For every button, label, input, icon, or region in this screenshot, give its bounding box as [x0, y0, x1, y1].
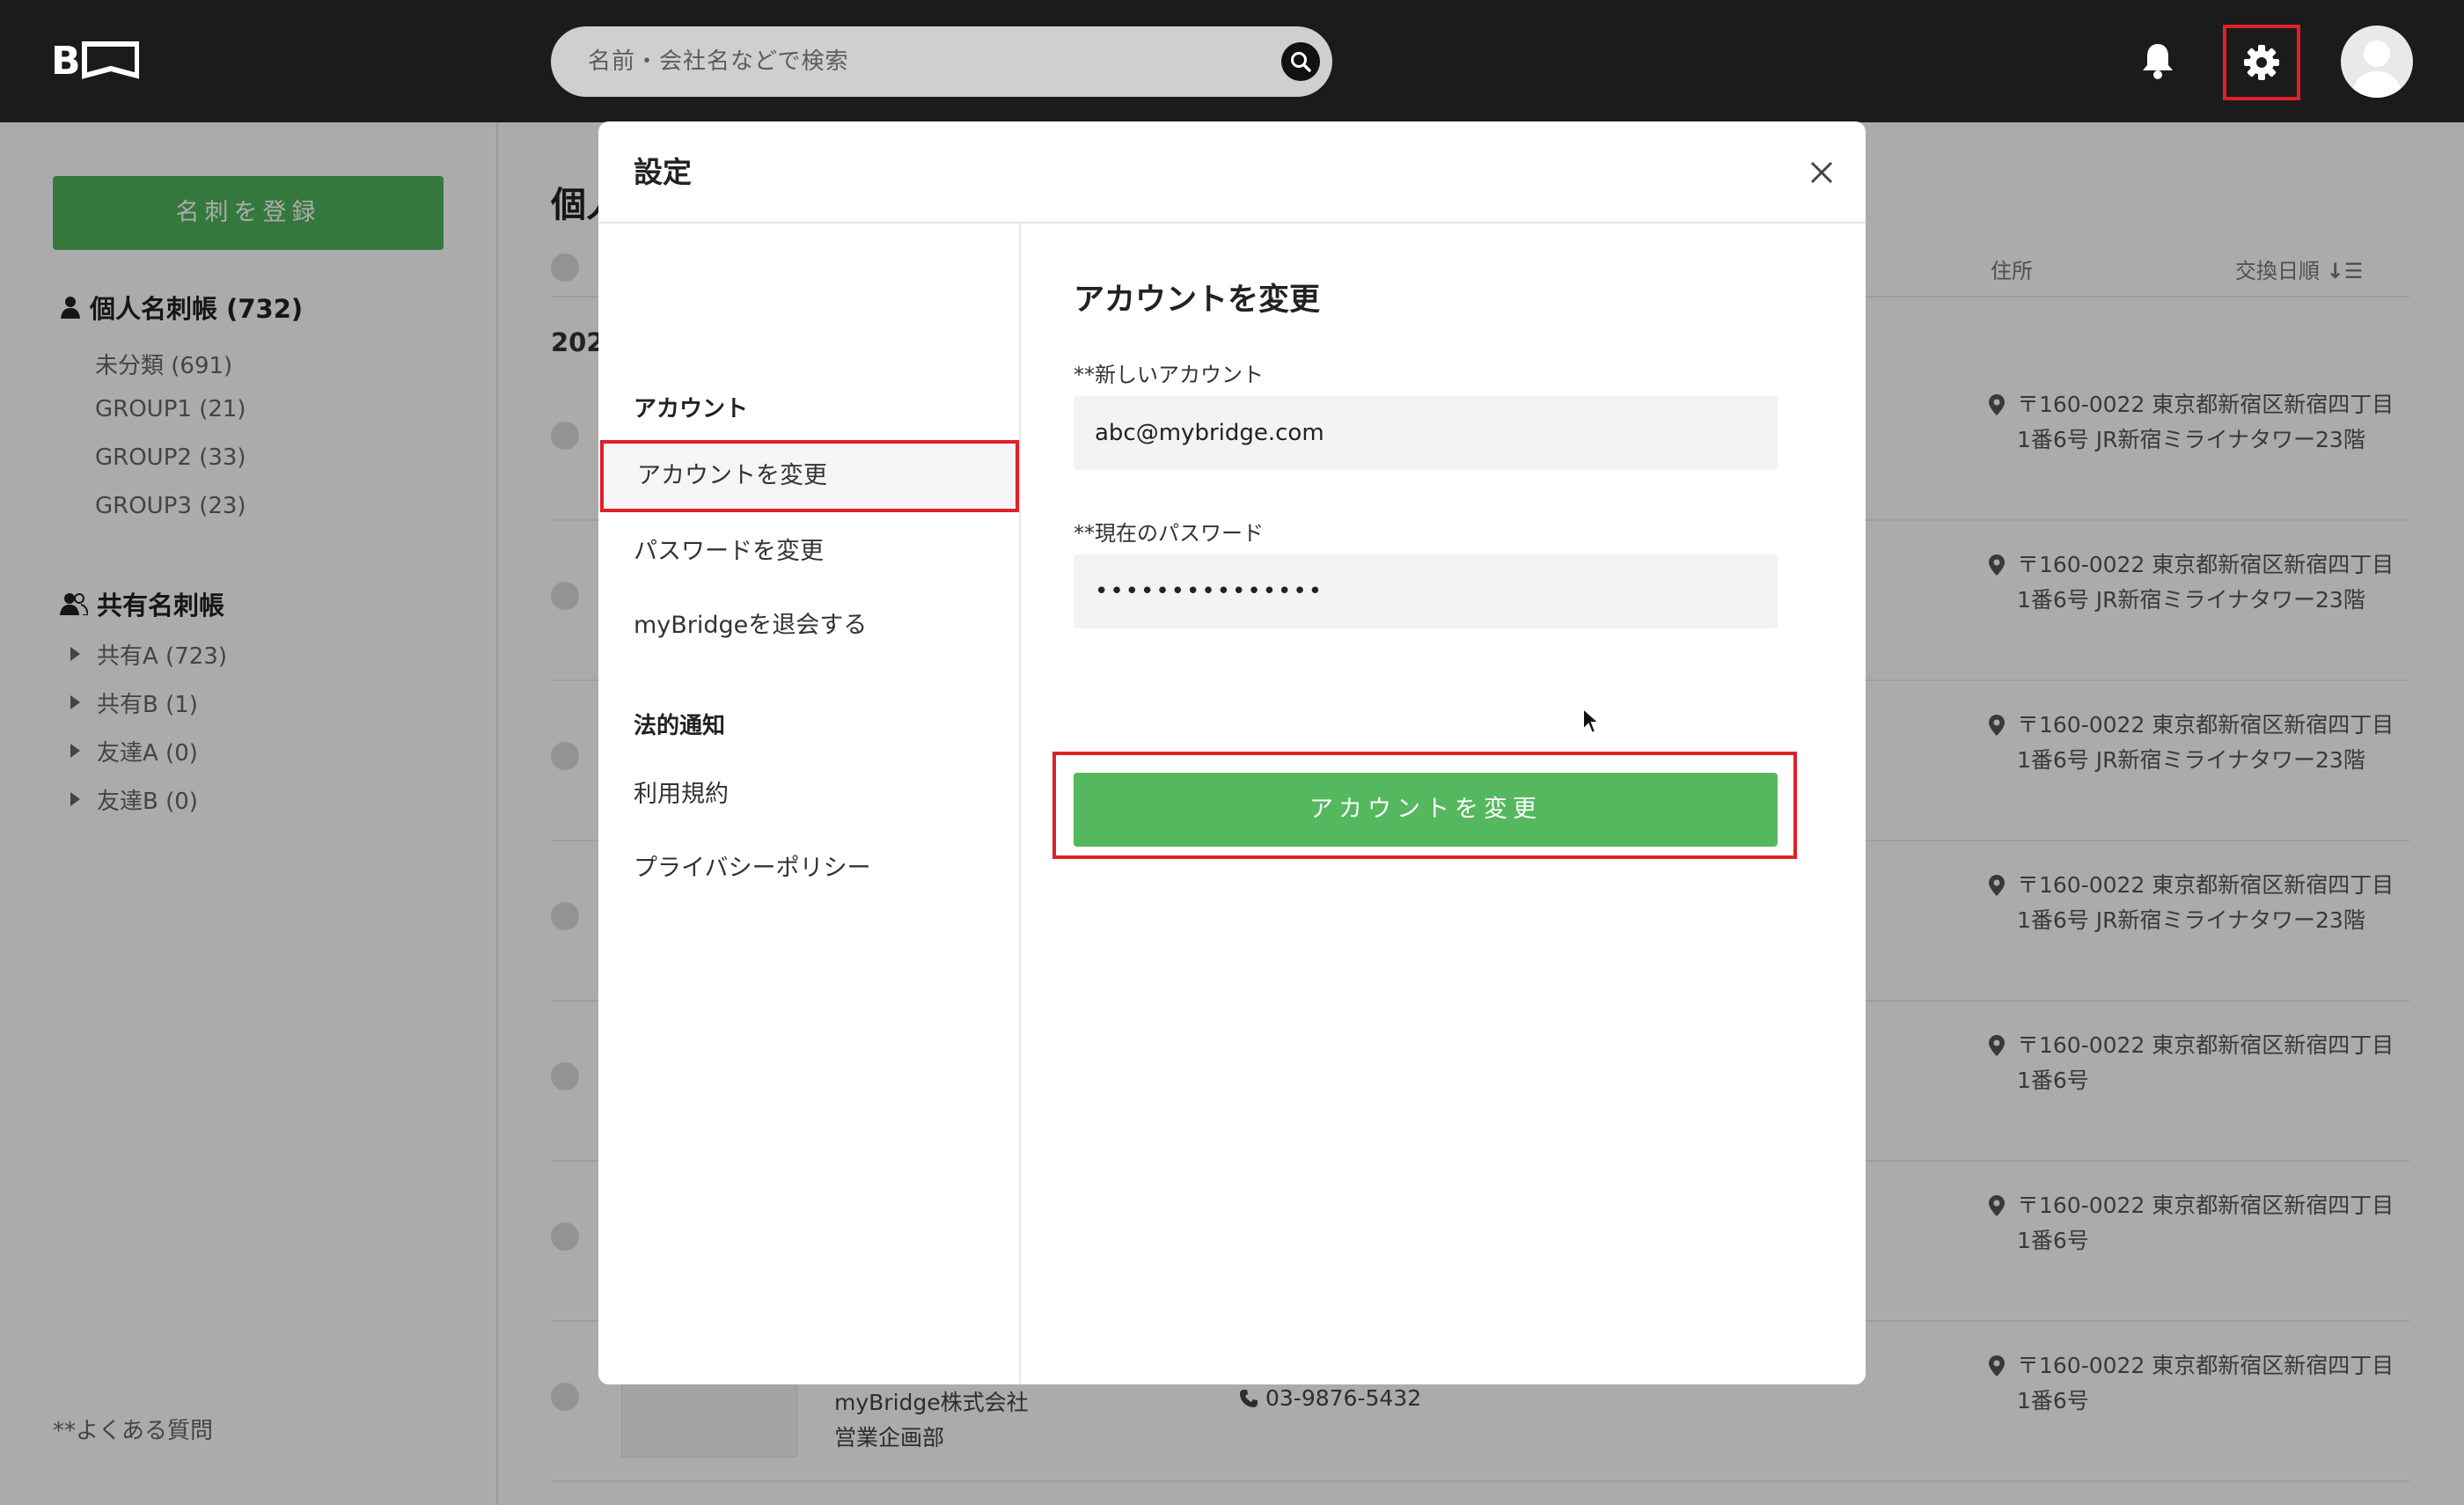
nav-item-change-password[interactable]: パスワードを変更: [634, 532, 824, 566]
top-header: B 名前・会社名などで検索: [0, 0, 2464, 122]
nav-group-legal: 法的通知: [634, 713, 726, 739]
settings-content: アカウントを変更 **新しいアカウント **現在のパスワード アカウントを変更: [1023, 224, 1866, 1384]
current-password-label: **現在のパスワード: [1074, 521, 1264, 546]
nav-item-withdraw[interactable]: myBridgeを退会する: [634, 606, 867, 640]
nav-item-terms[interactable]: 利用規約: [634, 775, 729, 809]
mouse-cursor-icon: [1582, 707, 1601, 735]
bell-icon[interactable]: [2140, 40, 2175, 81]
search-icon: [1291, 52, 1311, 72]
change-account-button[interactable]: アカウントを変更: [1074, 773, 1778, 847]
nav-item-privacy-policy[interactable]: プライバシーポリシー: [634, 848, 870, 883]
mybridge-logo[interactable]: B: [51, 39, 139, 81]
gear-icon: [2244, 45, 2279, 80]
user-avatar[interactable]: [2341, 26, 2413, 98]
search-bar[interactable]: 名前・会社名などで検索: [551, 26, 1332, 97]
modal-header: 設定: [598, 121, 1866, 224]
close-button[interactable]: [1804, 155, 1839, 190]
person-icon: [2351, 40, 2402, 98]
nav-group-account: アカウント: [634, 396, 749, 422]
section-title: アカウントを変更: [1074, 283, 1321, 318]
new-account-label: **新しいアカウント: [1074, 363, 1264, 387]
new-account-input[interactable]: [1074, 396, 1778, 470]
current-password-input[interactable]: [1074, 554, 1778, 628]
modal-title: 設定: [634, 155, 692, 189]
settings-button[interactable]: [2223, 25, 2300, 100]
svg-text:B: B: [51, 39, 81, 81]
settings-nav: アカウント アカウントを変更 パスワードを変更 myBridgeを退会する 法的…: [598, 224, 1021, 1384]
nav-item-change-account[interactable]: アカウントを変更: [600, 440, 1019, 512]
close-icon: [1810, 161, 1833, 184]
search-button[interactable]: [1281, 42, 1320, 81]
settings-modal: 設定 アカウント アカウントを変更 パスワードを変更 myBridgeを退会する…: [598, 121, 1866, 1384]
nav-item-label: アカウントを変更: [637, 462, 827, 489]
search-placeholder: 名前・会社名などで検索: [588, 48, 849, 75]
